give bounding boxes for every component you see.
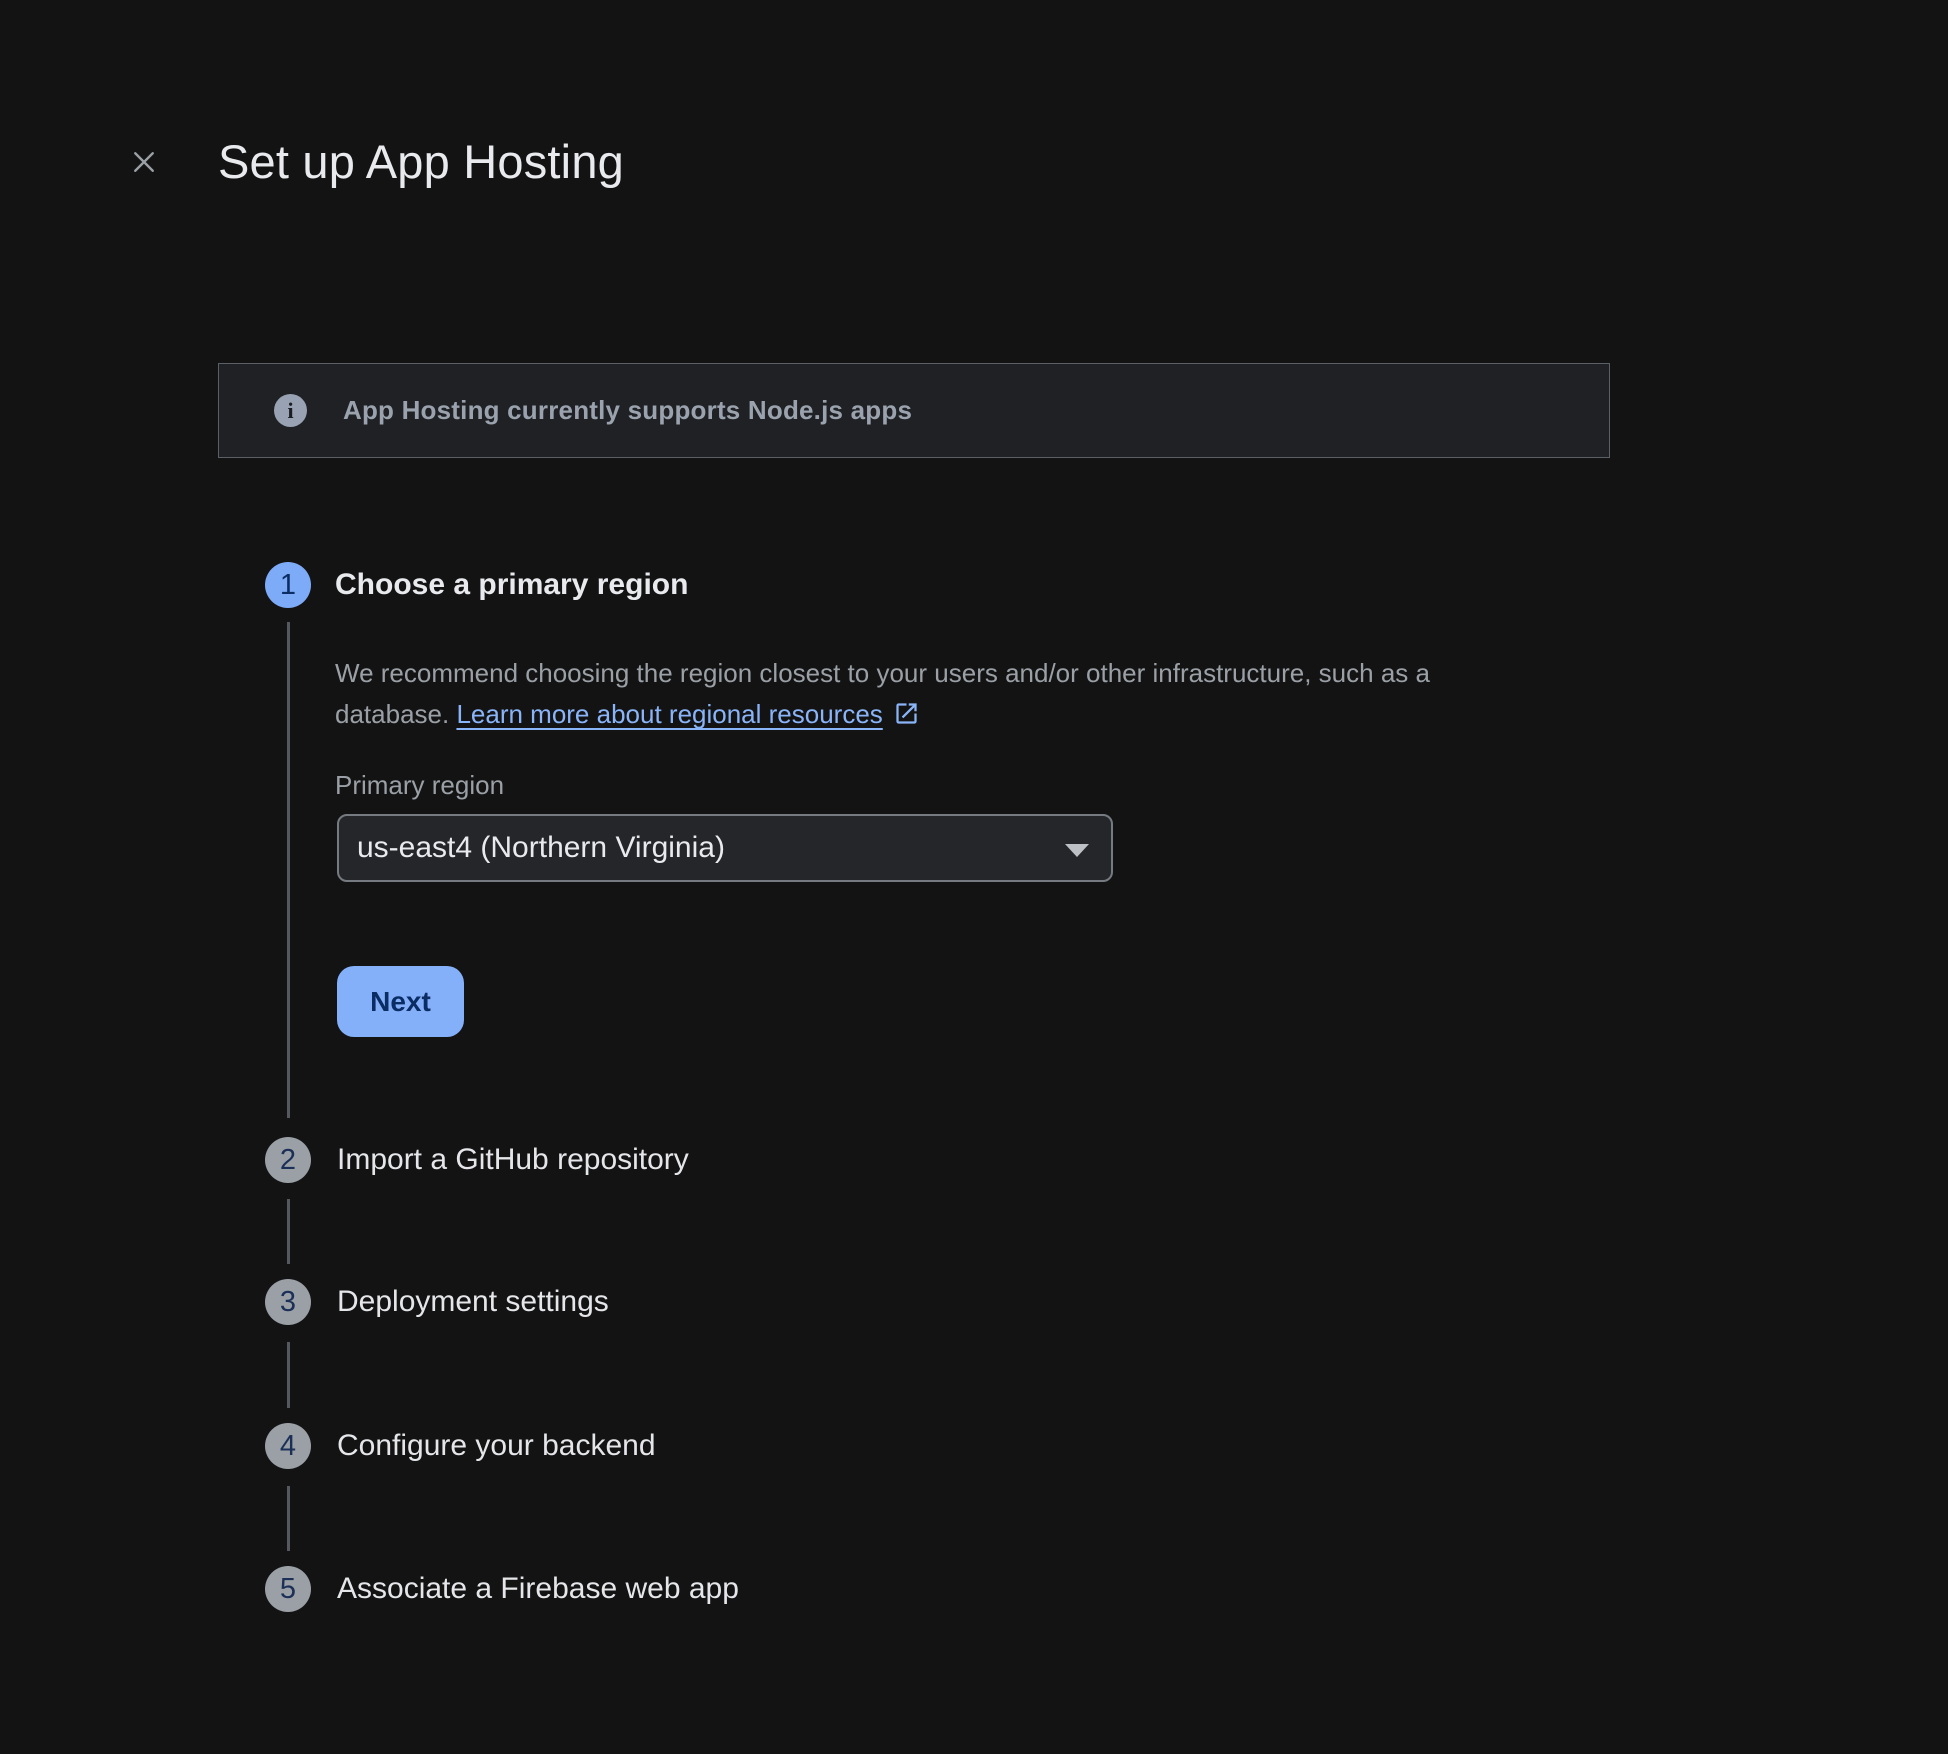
primary-region-label: Primary region [335, 770, 504, 801]
step-4-title: Configure your backend [337, 1423, 656, 1469]
step-3-title: Deployment settings [337, 1279, 609, 1325]
setup-app-hosting-dialog: Set up App Hosting i App Hosting current… [0, 0, 1948, 1754]
step-5-title: Associate a Firebase web app [337, 1566, 739, 1612]
info-icon: i [274, 394, 307, 427]
description-line-1: We recommend choosing the region closest… [335, 658, 1430, 688]
step-2-indicator: 2 [265, 1137, 311, 1183]
page-title: Set up App Hosting [218, 134, 624, 190]
region-description: We recommend choosing the region closest… [335, 653, 1595, 739]
next-button[interactable]: Next [337, 966, 464, 1037]
learn-more-link[interactable]: Learn more about regional resources [456, 699, 882, 729]
step-4-indicator: 4 [265, 1423, 311, 1469]
chevron-down-icon [1065, 844, 1089, 857]
step-3-indicator: 3 [265, 1279, 311, 1325]
info-banner-text: App Hosting currently supports Node.js a… [343, 395, 912, 426]
step-1-indicator: 1 [265, 562, 311, 608]
info-banner: i App Hosting currently supports Node.js… [218, 363, 1610, 458]
stepper-connector [287, 622, 290, 1118]
stepper-connector [287, 1199, 290, 1264]
stepper-connector [287, 1486, 290, 1551]
step-5-number: 5 [280, 1573, 296, 1606]
open-in-new-icon[interactable] [893, 698, 920, 739]
step-1-title: Choose a primary region [335, 562, 688, 608]
close-button[interactable] [122, 140, 166, 184]
primary-region-value: us-east4 (Northern Virginia) [357, 831, 725, 865]
step-3-number: 3 [280, 1286, 296, 1319]
step-4-number: 4 [280, 1430, 296, 1463]
step-5-indicator: 5 [265, 1566, 311, 1612]
close-icon [129, 147, 159, 177]
step-2-number: 2 [280, 1144, 296, 1177]
primary-region-select[interactable]: us-east4 (Northern Virginia) [337, 814, 1113, 882]
description-line-2: database. [335, 699, 456, 729]
stepper-connector [287, 1342, 290, 1408]
step-2-title: Import a GitHub repository [337, 1137, 689, 1183]
step-1-number: 1 [280, 569, 296, 602]
